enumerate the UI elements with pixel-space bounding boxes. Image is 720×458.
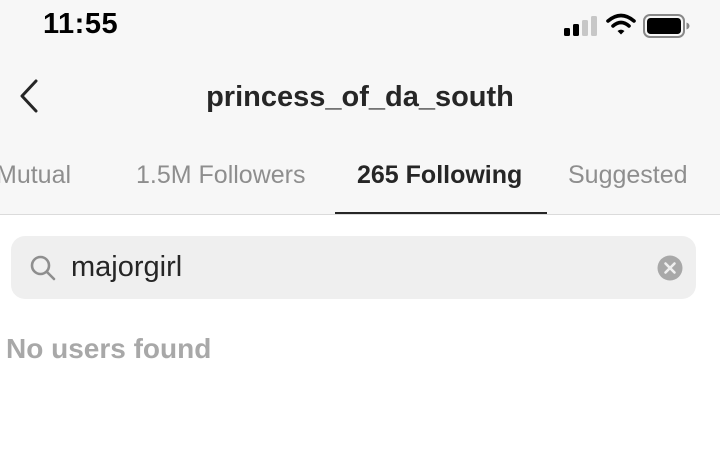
following-screen: 11:55 princess_of_da_south Mutual 1.5M F… <box>0 0 720 458</box>
search-icon <box>30 255 56 281</box>
tab-label: Mutual <box>0 161 72 189</box>
tabs-divider <box>0 214 720 215</box>
tab-suggested[interactable]: Suggested <box>568 161 688 190</box>
search-input[interactable] <box>71 247 631 287</box>
header-area: 11:55 princess_of_da_south Mutual 1.5M F… <box>0 0 720 215</box>
clear-icon <box>657 255 683 281</box>
empty-state-message: No users found <box>6 333 212 364</box>
page-title: princess_of_da_south <box>206 81 514 113</box>
tab-label: Suggested <box>568 161 688 189</box>
clear-search-button[interactable] <box>657 255 683 281</box>
tab-following[interactable]: 265 Following <box>357 161 522 190</box>
tab-label: 1.5M Followers <box>136 161 306 189</box>
tab-mutual[interactable]: Mutual <box>0 161 71 190</box>
search-bar[interactable] <box>11 236 696 299</box>
battery-icon <box>643 14 690 38</box>
tab-followers[interactable]: 1.5M Followers <box>136 161 306 190</box>
cellular-signal-icon <box>564 16 597 36</box>
wifi-icon <box>606 13 636 35</box>
tab-label: 265 Following <box>357 161 523 189</box>
status-time: 11:55 <box>43 8 119 40</box>
